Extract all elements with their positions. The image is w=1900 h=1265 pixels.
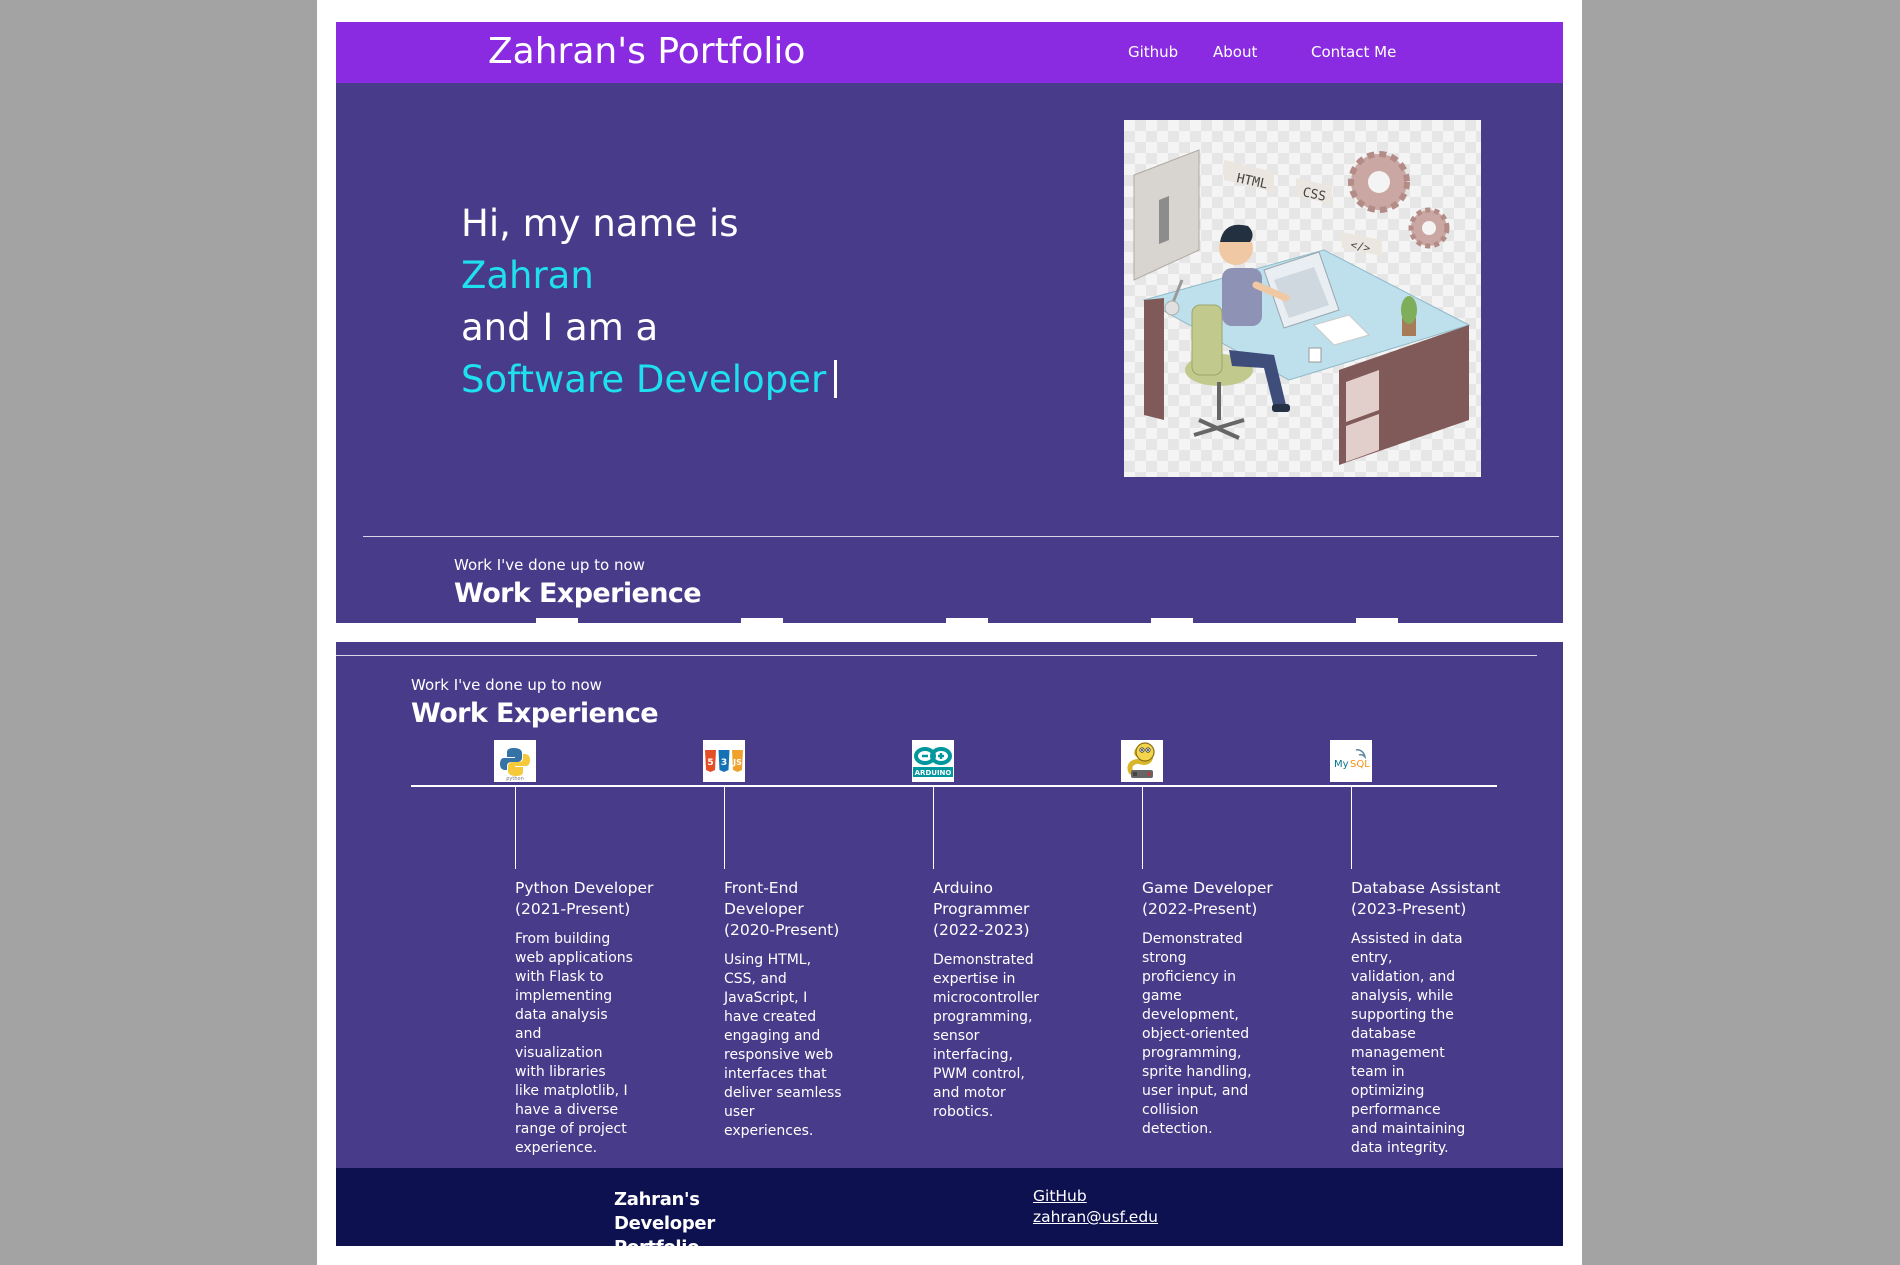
nav-link-github[interactable]: Github: [1128, 43, 1178, 61]
footer-brand: Zahran's Developer Portfolio: [614, 1189, 715, 1246]
experience-description: Assisted in data entry, validation, and …: [1351, 931, 1466, 1156]
work-subtitle: Work I've done up to now: [454, 556, 645, 574]
document-page: Zahran's Portfolio Github About Contact …: [317, 0, 1582, 1265]
timeline-icon-peek: [1356, 618, 1398, 623]
experience-subtitle: Work I've done up to now: [411, 676, 602, 694]
experience-description: Demonstrated strong proficiency in game …: [1142, 931, 1252, 1137]
footer-email-link[interactable]: zahran@usf.edu: [1033, 1207, 1158, 1228]
experience-description: Demonstrated expertise in microcontrolle…: [933, 952, 1040, 1120]
svg-text:JS: JS: [732, 758, 742, 767]
timeline-connector: [933, 787, 934, 869]
section-divider: [336, 655, 1537, 656]
svg-text:python: python: [506, 776, 524, 782]
experience-description: Using HTML, CSS, and JavaScript, I have …: [724, 952, 842, 1139]
developer-at-desk-illustration: HTML CSS </>: [1133, 149, 1471, 465]
timeline-connector: [1351, 787, 1352, 869]
svg-text:SQL: SQL: [1350, 759, 1370, 770]
html-css-js-logo-icon: 5 3 JS: [703, 740, 745, 782]
work-heading: Work Experience: [454, 578, 702, 609]
timeline-icon-peek: [536, 618, 578, 623]
timeline-line: [411, 785, 1497, 787]
hero-name: Zahran: [461, 254, 594, 297]
pygame-snake-logo-icon: [1121, 740, 1163, 782]
experience-screenshot: Work I've done up to now Work Experience…: [336, 642, 1563, 1246]
nav-link-contact[interactable]: Contact Me: [1311, 43, 1396, 61]
hero-greeting: Hi, my name is: [461, 202, 739, 245]
navbar-brand[interactable]: Zahran's Portfolio: [488, 31, 805, 73]
timeline-icon-peek: [741, 618, 783, 623]
hero-intro: Hi, my name is Zahran and I am a Softwar…: [461, 198, 838, 406]
section-divider: [363, 536, 1559, 537]
nav-link-about[interactable]: About: [1213, 43, 1257, 61]
experience-description: From building web applications with Flas…: [515, 931, 633, 1156]
developer-illustration: HTML CSS </>: [1124, 120, 1481, 477]
experience-title: Front-End Developer (2020-Present): [724, 879, 840, 939]
timeline-connector: [724, 787, 725, 869]
hero-screenshot: Zahran's Portfolio Github About Contact …: [336, 22, 1563, 623]
footer-links: GitHub zahran@usf.edu: [1033, 1186, 1158, 1228]
code-tag-label: </>: [1349, 238, 1372, 255]
timeline-icon-peek: [1151, 618, 1193, 623]
experience-title: Game Developer (2022-Present): [1142, 879, 1273, 918]
experience-title: Database Assistant (2023-Present): [1351, 879, 1501, 918]
svg-text:3: 3: [721, 758, 727, 768]
timeline-icon-peek: [946, 618, 988, 623]
footer-github-link[interactable]: GitHub: [1033, 1186, 1158, 1207]
timeline-connector: [515, 787, 516, 869]
navbar: Zahran's Portfolio Github About Contact …: [336, 22, 1563, 83]
hero-role-line: Software Developer: [461, 354, 838, 406]
svg-text:My: My: [1334, 759, 1349, 770]
experience-title: Arduino Programmer (2022-2023): [933, 879, 1030, 939]
experience-heading: Work Experience: [411, 698, 659, 729]
mysql-logo-icon: My SQL: [1330, 740, 1372, 782]
hero-connector: and I am a: [461, 306, 659, 349]
typing-cursor: [834, 360, 838, 398]
timeline-connector: [1142, 787, 1143, 869]
svg-text:ARDUINO: ARDUINO: [915, 769, 952, 777]
svg-text:5: 5: [707, 758, 713, 768]
experience-title: Python Developer (2021-Present): [515, 879, 654, 918]
footer: Zahran's Developer Portfolio GitHub zahr…: [336, 1168, 1563, 1246]
python-logo-icon: python: [494, 740, 536, 782]
arduino-logo-icon: ARDUINO: [912, 740, 954, 782]
hero-role: Software Developer: [461, 358, 827, 401]
